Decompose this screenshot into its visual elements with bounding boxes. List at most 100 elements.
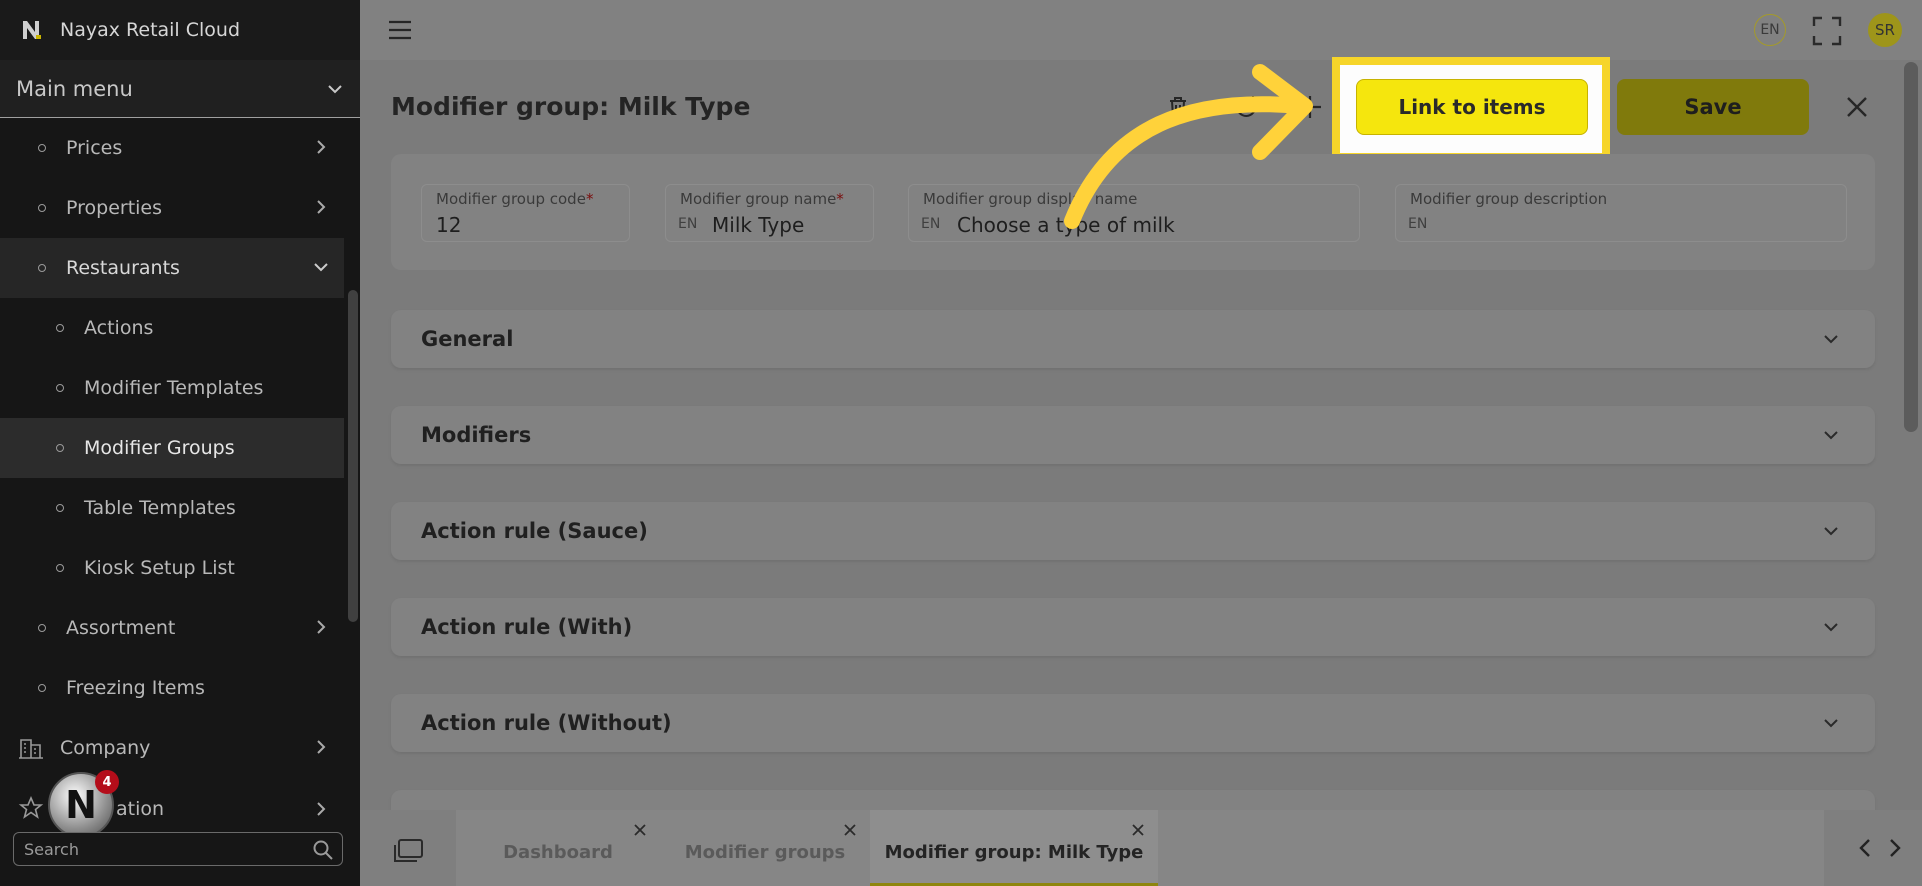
main-menu-toggle[interactable]: Main menu [0,60,360,118]
bullet-icon [38,684,46,692]
sidebar-item-table-templates[interactable]: Table Templates [0,478,344,538]
sidebar-item-restaurants[interactable]: Restaurants [0,238,344,298]
section-title: Action rule (Sauce) [421,519,648,543]
tabs-strip: Dashboard Modifier groups Modifier group… [456,810,1824,886]
chevron-down-icon [1824,719,1838,728]
sidebar-item-actions[interactable]: Actions [0,298,344,358]
windows-icon[interactable] [392,838,424,864]
language-tag: EN [1408,216,1428,232]
sidebar-item-label: Prices [66,137,123,159]
field-label: Modifier group code* [436,190,594,208]
nayax-logo-icon [23,21,41,39]
bullet-icon [56,504,64,512]
sidebar-item-label: Properties [66,197,163,219]
bullet-icon [38,264,46,272]
chevron-right-icon [317,802,326,816]
close-icon[interactable] [842,822,858,838]
main-menu-label: Main menu [16,76,133,101]
bullet-icon [56,324,64,332]
bullet-icon [38,624,46,632]
fullscreen-icon[interactable] [1812,16,1842,46]
chevron-down-icon [328,84,342,93]
sidebar-item-label: Kiosk Setup List [84,557,235,579]
chevron-left-icon[interactable] [1855,836,1875,860]
field-value: 12 [436,213,462,237]
sidebar-item-company[interactable]: Company [0,718,344,778]
hamburger-menu-icon[interactable] [388,20,412,40]
sidebar: Nayax Retail Cloud Main menu Prices Prop… [0,0,360,886]
section-action-rule-with[interactable]: Action rule (With) [391,598,1875,656]
section-title: Modifiers [421,423,532,447]
sidebar-item-freezing-items[interactable]: Freezing Items [0,658,344,718]
link-to-items-button[interactable]: Link to items [1356,79,1588,135]
chevron-right-icon [317,200,326,214]
tabs-bar: Dashboard Modifier groups Modifier group… [360,810,1922,886]
building-icon [19,739,43,759]
search-icon[interactable] [312,839,334,861]
sidebar-item-kiosk-setup-list[interactable]: Kiosk Setup List [0,538,344,598]
sidebar-search [13,832,343,866]
chevron-down-icon [1824,335,1838,344]
sidebar-item-modifier-templates[interactable]: Modifier Templates [0,358,344,418]
save-button[interactable]: Save [1617,79,1809,135]
main-scrollbar[interactable] [1904,62,1918,432]
bullet-icon [38,204,46,212]
sidebar-item-assortment[interactable]: Assortment [0,598,344,658]
section-general[interactable]: General [391,310,1875,368]
search-input[interactable] [24,839,304,859]
sidebar-item-modifier-groups[interactable]: Modifier Groups [0,418,344,478]
chevron-down-icon [1824,623,1838,632]
page-title: Modifier group: Milk Type [391,92,751,121]
sidebar-item-label: Modifier Templates [84,377,264,399]
section-modifiers[interactable]: Modifiers [391,406,1875,464]
section-title: General [421,327,514,351]
tutorial-arrow-icon [1064,64,1313,229]
close-icon[interactable] [632,822,648,838]
sidebar-nav: Prices Properties Restaurants Actions Mo… [0,118,344,820]
tab-label: Modifier group: Milk Type [884,842,1144,863]
sidebar-scrollbar[interactable] [348,290,358,622]
section-action-rule-without[interactable]: Action rule (Without) [391,694,1875,752]
language-selector[interactable]: EN [1754,14,1786,46]
sidebar-item-label: Table Templates [84,497,236,519]
section-title: Action rule (Without) [421,711,672,735]
chevron-down-icon [1824,527,1838,536]
chevron-right-icon [317,620,326,634]
field-value: Milk Type [712,213,805,237]
field-label: Modifier group description [1410,190,1608,208]
modifier-group-code-field[interactable]: Modifier group code* 12 [421,184,630,242]
sidebar-item-prices[interactable]: Prices [0,118,344,178]
brand: Nayax Retail Cloud [0,0,360,60]
section-action-rule-sauce[interactable]: Action rule (Sauce) [391,502,1875,560]
tab-dashboard[interactable]: Dashboard [456,810,660,886]
topbar: EN SR [360,0,1922,60]
section-partial [391,790,1875,810]
star-icon [18,796,44,819]
close-icon[interactable] [1842,92,1872,122]
chevron-right-icon [317,740,326,754]
sidebar-item-label: Modifier Groups [84,437,235,459]
field-label: Modifier group name* [680,190,844,208]
modifier-group-name-field[interactable]: Modifier group name* EN Milk Type [665,184,874,242]
sidebar-item-label: Restaurants [66,257,180,279]
modifier-group-description-field[interactable]: Modifier group description EN [1395,184,1847,242]
chevron-down-icon [1824,431,1838,440]
tab-modifier-groups[interactable]: Modifier groups [660,810,870,886]
sidebar-item-label: Company [60,737,151,759]
bullet-icon [56,564,64,572]
chevron-down-icon [314,263,328,272]
sidebar-item-label: Assortment [66,617,176,639]
close-icon[interactable] [1130,822,1146,838]
chevron-right-icon[interactable] [1885,836,1905,860]
chevron-right-icon [317,140,326,154]
language-tag: EN [678,216,698,232]
app-title: Nayax Retail Cloud [60,19,241,41]
user-avatar[interactable]: SR [1868,13,1902,47]
sidebar-item-label: ation [116,798,165,820]
section-title: Action rule (With) [421,615,633,639]
sidebar-item-properties[interactable]: Properties [0,178,344,238]
tab-label: Modifier groups [684,842,846,863]
bullet-icon [56,384,64,392]
bullet-icon [56,444,64,452]
tab-modifier-group-milk-type[interactable]: Modifier group: Milk Type [870,810,1158,886]
